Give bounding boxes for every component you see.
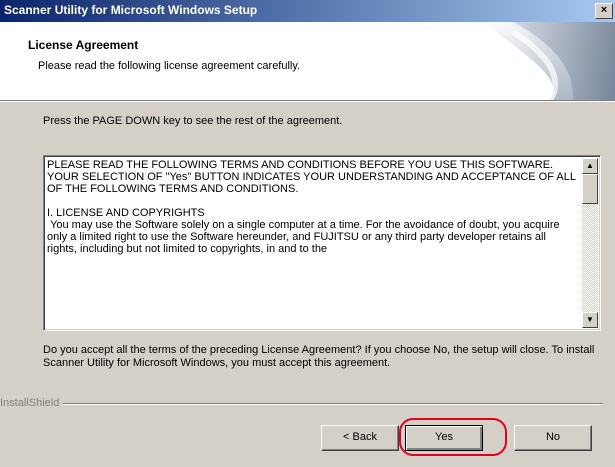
- license-paragraph: You may use the Software solely on a sin…: [47, 219, 563, 255]
- vertical-scrollbar[interactable]: ▲ ▼: [582, 158, 598, 328]
- highlight-circle: [399, 418, 507, 456]
- page-subtitle: Please read the following license agreem…: [38, 60, 301, 72]
- title-bar[interactable]: Scanner Utility for Microsoft Windows Se…: [0, 0, 615, 22]
- scroll-down-button[interactable]: ▼: [582, 312, 598, 328]
- header-divider: [0, 100, 615, 102]
- license-text-box[interactable]: PLEASE READ THE FOLLOWING TERMS AND COND…: [43, 155, 601, 331]
- scroll-up-button[interactable]: ▲: [582, 158, 598, 174]
- header-panel: License Agreement Please read the follow…: [0, 22, 615, 100]
- back-button[interactable]: < Back: [321, 425, 399, 451]
- setup-window: Scanner Utility for Microsoft Windows Se…: [0, 0, 615, 467]
- close-button[interactable]: ×: [595, 3, 613, 19]
- license-paragraph: PLEASE READ THE FOLLOWING TERMS AND COND…: [47, 159, 576, 195]
- window-title: Scanner Utility for Microsoft Windows Se…: [4, 3, 258, 17]
- page-down-instruction: Press the PAGE DOWN key to see the rest …: [43, 115, 343, 127]
- installshield-divider: [58, 403, 603, 405]
- no-button[interactable]: No: [514, 425, 592, 451]
- accept-question: Do you accept all the terms of the prece…: [43, 344, 595, 369]
- installshield-label: InstallShield: [0, 397, 64, 409]
- license-text: PLEASE READ THE FOLLOWING TERMS AND COND…: [47, 159, 576, 267]
- page-title: License Agreement: [28, 38, 139, 52]
- license-section-heading: I. LICENSE AND COPYRIGHTS: [47, 207, 205, 219]
- scroll-thumb[interactable]: [582, 174, 598, 204]
- page-curl-graphic: [485, 22, 615, 100]
